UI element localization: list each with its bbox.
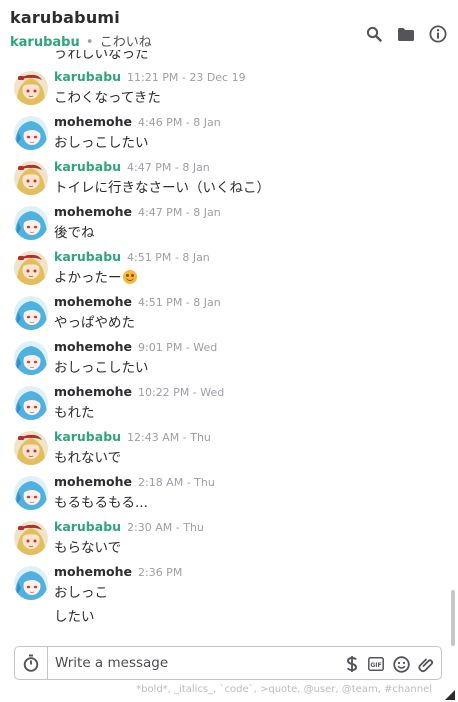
message-text-content: したい <box>54 609 95 625</box>
channel-title[interactable]: karubabumi <box>10 8 120 27</box>
message-composer: GIF <box>14 646 442 680</box>
message-author[interactable]: karubabu <box>54 429 121 444</box>
gif-icon[interactable]: GIF <box>367 655 385 673</box>
message-input[interactable] <box>55 653 335 673</box>
message-text: おしっこ <box>54 581 108 601</box>
resize-handle[interactable] <box>445 690 455 700</box>
message-text-content: よかったー <box>54 270 122 286</box>
message-author[interactable]: mohemohe <box>54 114 132 129</box>
message-text: おしっこしたい <box>54 356 149 376</box>
message-timestamp[interactable]: 4:51 PM - 8 Jan <box>127 251 210 264</box>
message-text-content: やっぱやめた <box>54 315 135 331</box>
message-author[interactable]: mohemohe <box>54 339 132 354</box>
message-meta: mohemohe 9:01 PM - Wed <box>54 339 217 354</box>
avatar[interactable] <box>14 431 48 465</box>
message-author[interactable]: mohemohe <box>54 564 132 579</box>
avatar[interactable] <box>14 521 48 555</box>
message-text: おしっこしたい <box>54 131 149 151</box>
message-text: したい <box>54 605 95 625</box>
avatar[interactable] <box>14 71 48 105</box>
message-timestamp[interactable]: 2:30 AM - Thu <box>127 521 204 534</box>
message-text: トイレに行きなさーい（いくねこ） <box>54 176 270 196</box>
avatar[interactable] <box>14 386 48 420</box>
message-author[interactable]: karubabu <box>54 519 121 534</box>
partial-message-text: うれしいなった <box>54 50 149 62</box>
message-text: もれないで <box>54 446 121 466</box>
message-list[interactable]: うれしいなった karubabu 11:21 PM - 23 Dec 19 こわくな… <box>0 50 458 638</box>
paperclip-icon[interactable] <box>416 655 434 673</box>
avatar[interactable] <box>14 341 48 375</box>
message-meta: mohemohe 10:22 PM - Wed <box>54 384 224 399</box>
message-author[interactable]: karubabu <box>54 159 121 174</box>
message-text: やっぱやめた <box>54 311 135 331</box>
search-icon[interactable] <box>364 24 384 44</box>
message-text: もるもるもる... <box>54 491 148 511</box>
avatar[interactable] <box>14 251 48 285</box>
avatar[interactable] <box>14 476 48 510</box>
avatar[interactable] <box>14 566 48 600</box>
avatar[interactable] <box>14 116 48 150</box>
avatar[interactable] <box>14 206 48 240</box>
message-text-content: こわくなってきた <box>54 90 161 106</box>
message-text: もれた <box>54 401 95 421</box>
message-meta: mohemohe 2:18 AM - Thu <box>54 474 215 489</box>
subtitle-username[interactable]: karubabu <box>10 35 80 50</box>
message-text-content: もらないで <box>54 540 122 556</box>
message-meta: karubabu 12:43 AM - Thu <box>54 429 211 444</box>
message-author[interactable]: mohemohe <box>54 474 132 489</box>
message-text-content: おしっこ <box>54 585 108 601</box>
avatar[interactable] <box>14 161 48 195</box>
message-timestamp[interactable]: 4:46 PM - 8 Jan <box>138 116 221 129</box>
channel-header: karubabumi karubabu • こわいね <box>0 0 458 50</box>
message-timestamp[interactable]: 2:18 AM - Thu <box>138 476 215 489</box>
message-author[interactable]: mohemohe <box>54 384 132 399</box>
message-timestamp[interactable]: 12:43 AM - Thu <box>127 431 211 444</box>
dollar-icon[interactable] <box>343 655 361 673</box>
folder-icon[interactable] <box>396 24 416 44</box>
message-text-content: トイレに行きなさーい（いくねこ） <box>54 180 270 196</box>
message-timestamp[interactable]: 10:22 PM - Wed <box>138 386 224 399</box>
channel-topic: こわいね <box>99 35 152 50</box>
formatting-hint: *bold*, _italics_, `code`, >quote, @user… <box>136 684 432 695</box>
subtitle-separator: • <box>85 35 94 50</box>
avatar[interactable] <box>14 296 48 330</box>
message-meta: karubabu 4:47 PM - 8 Jan <box>54 159 210 174</box>
message-author[interactable]: karubabu <box>54 69 121 84</box>
message-meta: karubabu 4:51 PM - 8 Jan <box>54 249 210 264</box>
message-meta: mohemohe 4:47 PM - 8 Jan <box>54 204 221 219</box>
message-text-content: おしっこしたい <box>54 135 149 151</box>
message-author[interactable]: mohemohe <box>54 204 132 219</box>
message-timestamp[interactable]: 2:36 PM <box>138 566 182 579</box>
message-text: よかったー <box>54 266 137 286</box>
message-author[interactable]: karubabu <box>54 249 121 264</box>
message-meta: mohemohe 4:46 PM - 8 Jan <box>54 114 221 129</box>
channel-subtitle: karubabu • こわいね <box>10 31 152 50</box>
message-meta: karubabu 11:21 PM - 23 Dec 19 <box>54 69 246 84</box>
message-meta: mohemohe 2:36 PM <box>54 564 182 579</box>
gif-label: GIF <box>370 662 381 669</box>
message-text: 後でね <box>54 221 95 241</box>
info-icon[interactable] <box>428 24 448 44</box>
smiley-icon[interactable] <box>392 655 410 673</box>
stopwatch-icon[interactable] <box>15 647 48 679</box>
message-timestamp[interactable]: 9:01 PM - Wed <box>138 341 217 354</box>
message-text-content: もるもるもる... <box>54 495 148 511</box>
message-text-content: もれないで <box>54 450 122 466</box>
message-text-content: 後でね <box>54 225 95 241</box>
smile-emoji-icon <box>122 270 137 284</box>
message-timestamp[interactable]: 4:47 PM - 8 Jan <box>138 206 221 219</box>
message-meta: karubabu 2:30 AM - Thu <box>54 519 204 534</box>
message-text: もらないで <box>54 536 121 556</box>
message-timestamp[interactable]: 4:47 PM - 8 Jan <box>127 161 210 174</box>
message-meta: mohemohe 4:51 PM - 8 Jan <box>54 294 221 309</box>
message-timestamp[interactable]: 4:51 PM - 8 Jan <box>138 296 221 309</box>
message-author[interactable]: mohemohe <box>54 294 132 309</box>
message-text-content: おしっこしたい <box>54 360 149 376</box>
scrollbar[interactable] <box>451 590 455 646</box>
message-text-content: もれた <box>54 405 95 421</box>
message-timestamp[interactable]: 11:21 PM - 23 Dec 19 <box>127 71 246 84</box>
message-text: こわくなってきた <box>54 86 161 106</box>
